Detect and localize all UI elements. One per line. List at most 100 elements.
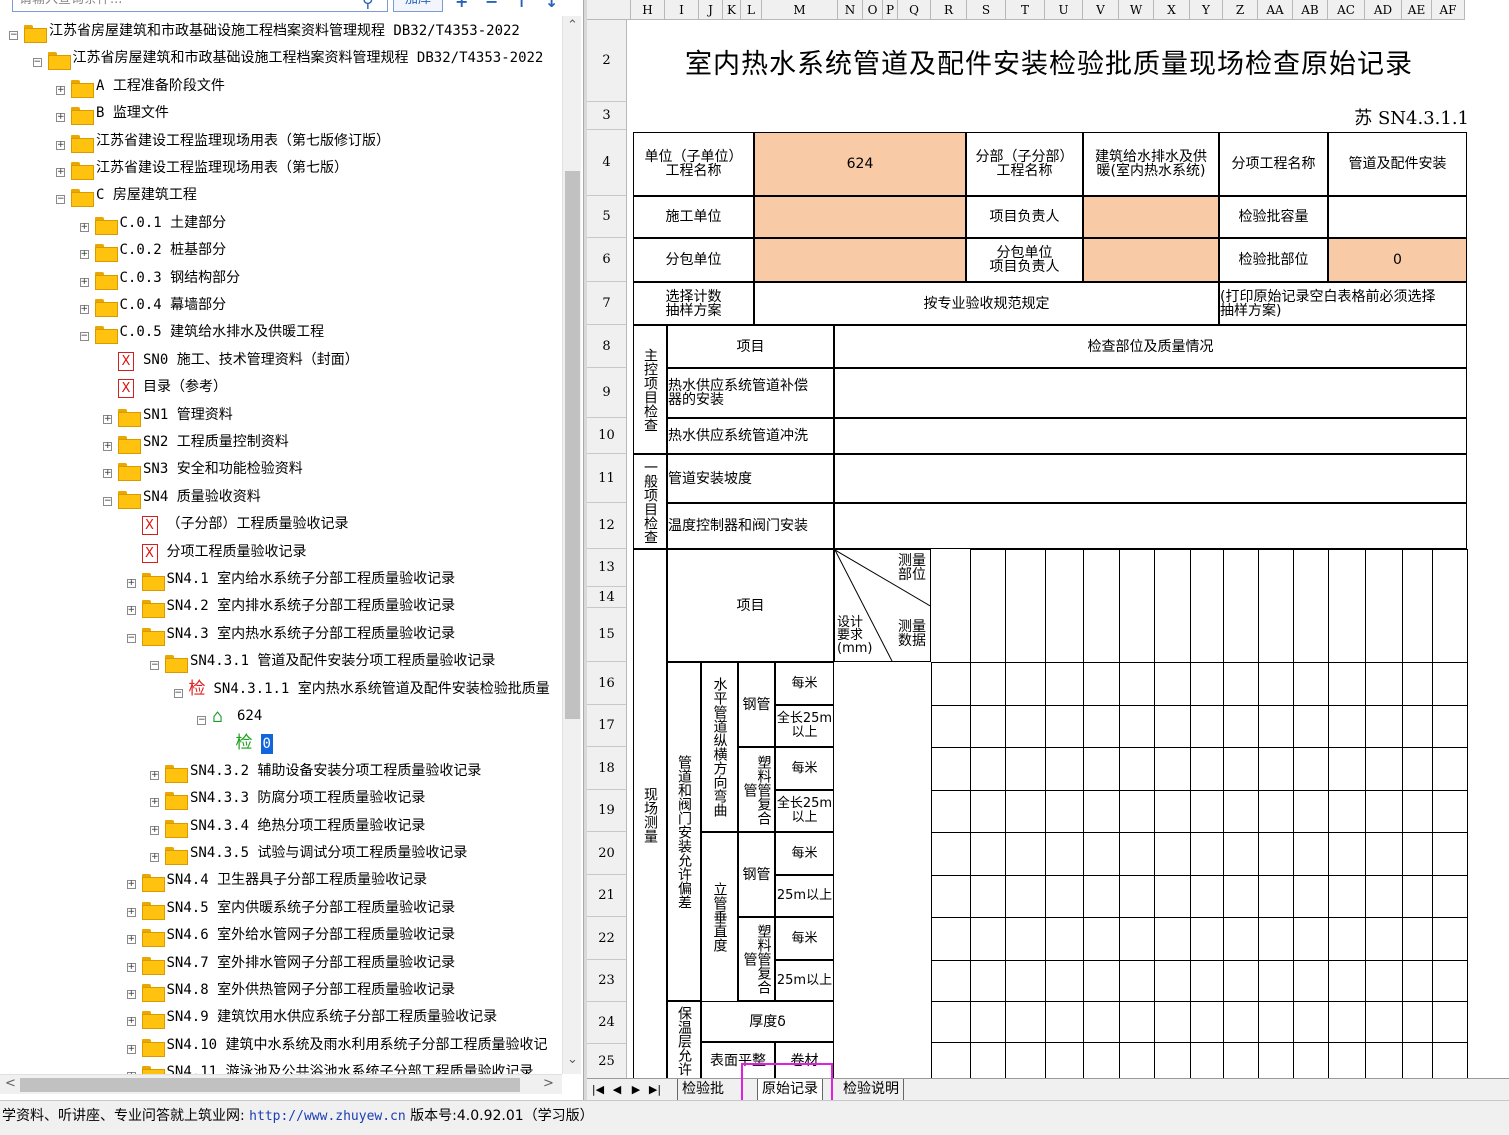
column-header[interactable]: P <box>883 0 898 20</box>
data-cell[interactable] <box>1258 960 1294 1002</box>
data-cell[interactable] <box>1119 790 1155 833</box>
data-cell[interactable] <box>1190 705 1224 748</box>
data-cell[interactable] <box>1005 790 1046 833</box>
collapse-icon[interactable]: − <box>79 332 89 342</box>
last-sheet-icon[interactable]: ▶| <box>647 1082 663 1098</box>
tree-node[interactable]: X 目录（参考） <box>0 374 560 401</box>
data-cell[interactable] <box>1365 875 1403 918</box>
tree-node[interactable]: + SN4.9 建筑饮用水供应系统子分部工程质量验收记录 <box>0 1004 560 1031</box>
data-cell[interactable] <box>1045 960 1084 1002</box>
data-cell[interactable] <box>1083 1001 1120 1043</box>
data-cell[interactable] <box>1258 832 1294 876</box>
collapse-icon[interactable]: − <box>9 31 18 40</box>
data-cell[interactable] <box>1258 790 1294 833</box>
data-cell[interactable] <box>1045 875 1084 918</box>
select-all-corner[interactable] <box>587 0 631 20</box>
data-cell[interactable] <box>1223 832 1259 876</box>
row-header[interactable]: 2 <box>587 20 627 102</box>
column-header[interactable]: U <box>1045 0 1083 20</box>
data-cell[interactable] <box>931 662 971 706</box>
data-cell[interactable] <box>1119 747 1155 791</box>
data-cell[interactable] <box>1402 549 1433 663</box>
data-cell[interactable] <box>1223 1042 1259 1081</box>
data-cell[interactable] <box>1328 832 1366 876</box>
collapse-icon[interactable]: − <box>197 716 206 725</box>
collapse-icon[interactable]: − <box>56 195 65 205</box>
data-cell[interactable] <box>1432 790 1468 833</box>
data-cell[interactable] <box>1258 875 1294 918</box>
tree-node[interactable]: − 江苏省房屋建筑和市政基础设施工程档案资料管理规程 DB32/T4353-202… <box>0 45 560 72</box>
data-cell[interactable] <box>1328 790 1366 833</box>
tree-node[interactable]: + SN4.8 室外供热管网子分部工程质量验收记录 <box>0 977 560 1004</box>
data-cell[interactable] <box>1432 875 1468 918</box>
data-cell[interactable] <box>1045 549 1084 663</box>
data-cell[interactable] <box>1045 917 1084 961</box>
column-header[interactable]: N <box>838 0 863 20</box>
tree-node[interactable]: + SN4.3.2 辅助设备安装分项工程质量验收记录 <box>0 758 560 785</box>
data-cell[interactable] <box>1083 832 1120 876</box>
data-cell[interactable] <box>1432 917 1468 961</box>
tree-node[interactable]: + SN4.2 室内排水系统子分部工程质量验收记录 <box>0 593 560 620</box>
tree-node[interactable]: − ⌂ 624 <box>0 703 560 730</box>
data-cell[interactable] <box>1190 960 1224 1002</box>
tree-vertical-scrollbar[interactable]: ⌃ ⌄ <box>562 16 581 1074</box>
row-header[interactable]: 13 <box>587 549 627 587</box>
data-cell[interactable] <box>1154 705 1191 748</box>
data-cell[interactable] <box>1083 917 1120 961</box>
tree-node[interactable]: + SN3 安全和功能检验资料 <box>0 456 560 483</box>
first-sheet-icon[interactable]: |◀ <box>590 1082 606 1098</box>
data-cell[interactable] <box>1328 662 1366 706</box>
data-cell[interactable] <box>970 662 1006 706</box>
down-arrow-icon[interactable]: ↓ <box>545 0 558 11</box>
data-cell[interactable] <box>1083 662 1120 706</box>
tree-node[interactable]: + 江苏省建设工程监理现场用表（第七版修订版） <box>0 128 560 155</box>
expand-icon[interactable]: + <box>56 85 65 95</box>
data-cell[interactable] <box>1293 960 1329 1002</box>
data-cell[interactable] <box>1005 705 1046 748</box>
scroll-thumb[interactable] <box>565 171 580 719</box>
column-header[interactable]: H <box>631 0 665 20</box>
row-header[interactable]: 10 <box>587 418 627 454</box>
data-cell[interactable] <box>1365 1042 1403 1081</box>
data-cell[interactable] <box>1045 662 1084 706</box>
data-cell[interactable] <box>1258 705 1294 748</box>
data-cell[interactable] <box>1223 549 1259 663</box>
expand-icon[interactable]: + <box>150 770 159 780</box>
data-cell[interactable] <box>1045 705 1084 748</box>
scroll-left-icon[interactable]: < <box>5 1076 16 1091</box>
data-cell[interactable] <box>1119 549 1155 663</box>
row-header[interactable]: 23 <box>587 960 627 1002</box>
data-cell[interactable] <box>1190 917 1224 961</box>
data-cell[interactable] <box>1190 1001 1224 1043</box>
data-cell[interactable] <box>1432 960 1468 1002</box>
data-cell[interactable] <box>1402 832 1433 876</box>
up-arrow-icon[interactable]: ↑ <box>515 0 528 11</box>
tree-node[interactable]: + SN4.4 卫生器具子分部工程质量验收记录 <box>0 867 560 894</box>
data-cell[interactable] <box>1432 1001 1468 1043</box>
tree-node[interactable]: + SN4.3.3 防腐分项工程质量验收记录 <box>0 785 560 812</box>
column-header[interactable]: L <box>741 0 762 20</box>
data-cell[interactable] <box>1293 747 1329 791</box>
data-cell[interactable] <box>1005 875 1046 918</box>
tree-node[interactable]: + SN2 工程质量控制资料 <box>0 429 560 456</box>
data-cell[interactable] <box>1223 790 1259 833</box>
column-header[interactable]: R <box>931 0 967 20</box>
main-item-2-value[interactable] <box>834 418 1467 454</box>
data-cell[interactable] <box>970 917 1006 961</box>
data-cell[interactable] <box>1402 1042 1433 1081</box>
collapse-icon[interactable]: − <box>32 58 42 68</box>
data-cell[interactable] <box>1119 705 1155 748</box>
row-header[interactable]: 8 <box>587 325 627 368</box>
data-cell[interactable] <box>1328 1001 1366 1043</box>
data-cell[interactable] <box>1154 1042 1191 1081</box>
expand-icon[interactable]: + <box>103 469 112 479</box>
row-header[interactable]: 14 <box>587 587 627 608</box>
expand-icon[interactable]: + <box>126 1017 136 1027</box>
data-cell[interactable] <box>1154 662 1191 706</box>
data-cell[interactable] <box>1005 832 1046 876</box>
data-cell[interactable] <box>1402 662 1433 706</box>
sub-manager-value[interactable] <box>1083 238 1219 282</box>
data-cell[interactable] <box>1328 917 1366 961</box>
data-cell[interactable] <box>1083 790 1120 833</box>
data-cell[interactable] <box>1402 875 1433 918</box>
